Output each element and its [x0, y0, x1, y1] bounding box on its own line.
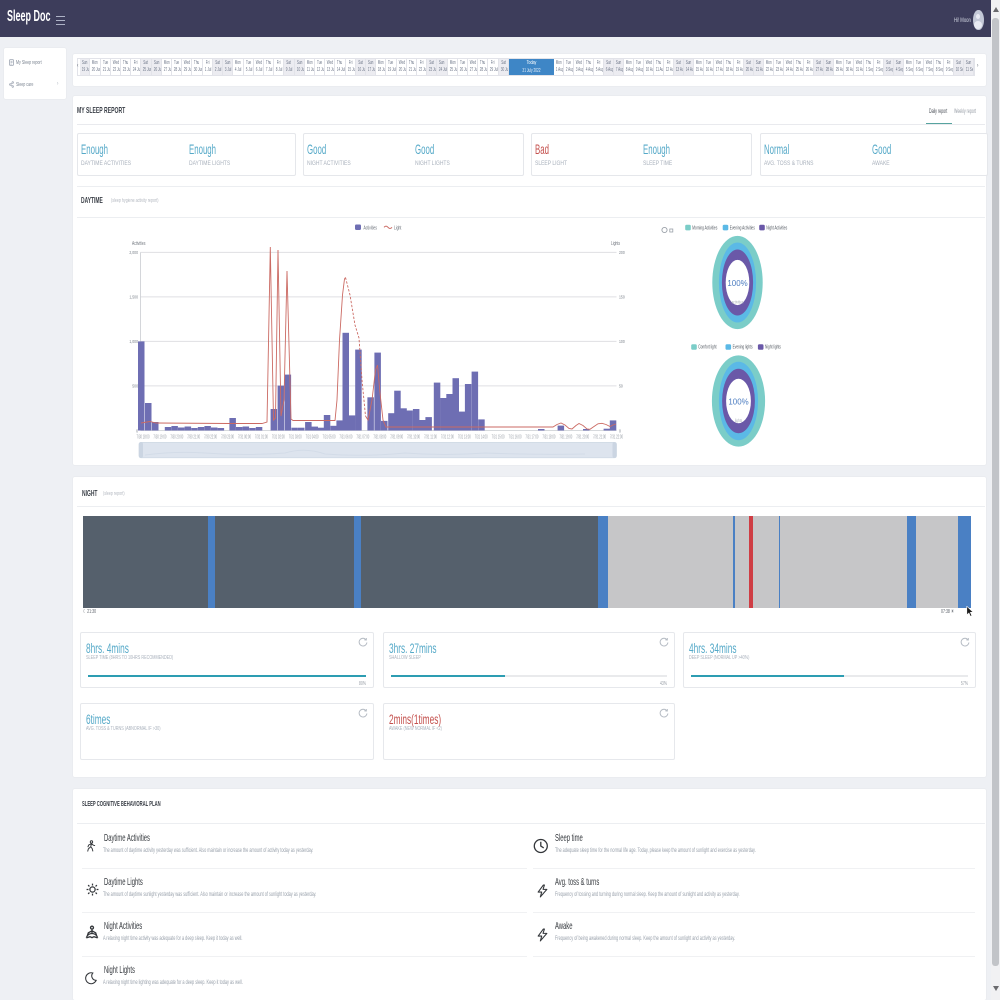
- svg-text:50: 50: [619, 383, 623, 389]
- svg-text:7/30 20:00: 7/30 20:00: [170, 434, 183, 440]
- svg-text:7/31 15:00: 7/31 15:00: [492, 434, 505, 440]
- svg-text:7/31 08:00: 7/31 08:00: [373, 434, 386, 440]
- svg-text:Night Activities: Night Activities: [766, 224, 787, 230]
- svg-text:7/31 13:00: 7/31 13:00: [458, 434, 471, 440]
- svg-text:7/30 18:00: 7/30 18:00: [137, 434, 150, 440]
- svg-text:7/31 14:00: 7/31 14:00: [475, 434, 488, 440]
- svg-text:Night lights: Night lights: [765, 344, 781, 350]
- svg-text:7/30 22:00: 7/30 22:00: [204, 434, 217, 440]
- svg-text:150: 150: [619, 294, 625, 300]
- svg-text:Evening lights: Evening lights: [733, 344, 753, 350]
- svg-text:7/31 10:00: 7/31 10:00: [407, 434, 420, 440]
- svg-text:7/31 04:00: 7/31 04:00: [306, 434, 319, 440]
- svg-text:activities: activities: [732, 299, 744, 305]
- svg-text:7/31 09:00: 7/31 09:00: [390, 434, 403, 440]
- svg-text:Light: Light: [394, 225, 402, 231]
- svg-text:7/30 23:00: 7/30 23:00: [221, 434, 234, 440]
- svg-text:7/31 18:00: 7/31 18:00: [542, 434, 555, 440]
- svg-text:lights: lights: [735, 417, 742, 423]
- svg-text:Lights: Lights: [611, 240, 621, 246]
- svg-text:7/31 06:00: 7/31 06:00: [339, 434, 352, 440]
- svg-text:7/31 21:00: 7/31 21:00: [593, 434, 606, 440]
- svg-text:200: 200: [619, 250, 625, 256]
- svg-text:Activities: Activities: [364, 225, 378, 231]
- svg-text:7/31 19:00: 7/31 19:00: [559, 434, 572, 440]
- svg-text:500: 500: [132, 383, 138, 389]
- svg-text:7/31 07:00: 7/31 07:00: [356, 434, 369, 440]
- svg-text:7/31 12:00: 7/31 12:00: [441, 434, 454, 440]
- svg-text:7/30 21:00: 7/30 21:00: [187, 434, 200, 440]
- svg-text:7/31 01:00: 7/31 01:00: [255, 434, 268, 440]
- svg-text:7/31 16:00: 7/31 16:00: [509, 434, 522, 440]
- svg-text:7/31 22:00: 7/31 22:00: [610, 434, 623, 440]
- svg-text:7/31 05:00: 7/31 05:00: [323, 434, 336, 440]
- svg-text:Evening Activities: Evening Activities: [730, 224, 755, 230]
- svg-text:1,500: 1,500: [129, 294, 138, 300]
- svg-text:7/31 02:00: 7/31 02:00: [272, 434, 285, 440]
- svg-text:Comfort light: Comfort light: [698, 344, 717, 350]
- svg-text:Morning Activities: Morning Activities: [692, 224, 717, 230]
- svg-text:Activities: Activities: [132, 240, 146, 246]
- svg-text:1,000: 1,000: [129, 339, 138, 345]
- svg-text:2,000: 2,000: [129, 250, 138, 256]
- svg-text:7/31 20:00: 7/31 20:00: [576, 434, 589, 440]
- svg-text:7/31 03:00: 7/31 03:00: [289, 434, 302, 440]
- svg-text:7/31 00:00: 7/31 00:00: [238, 434, 251, 440]
- svg-text:7/31 17:00: 7/31 17:00: [525, 434, 538, 440]
- svg-text:7/31 11:00: 7/31 11:00: [424, 434, 437, 440]
- svg-text:100%: 100%: [728, 397, 749, 406]
- svg-text:100: 100: [619, 339, 625, 345]
- svg-text:100%: 100%: [727, 279, 748, 288]
- svg-text:7/30 19:00: 7/30 19:00: [153, 434, 166, 440]
